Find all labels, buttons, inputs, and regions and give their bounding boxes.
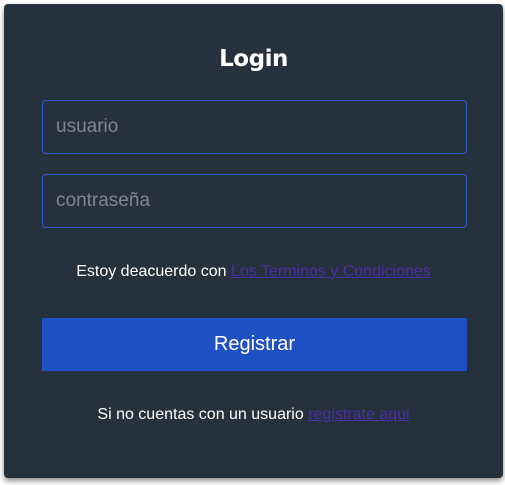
password-input[interactable] bbox=[42, 174, 467, 228]
login-title: Login bbox=[219, 46, 288, 72]
signup-prefix-text: Si no cuentas con un usuario bbox=[97, 406, 309, 423]
register-button[interactable]: Registrar bbox=[42, 318, 467, 371]
signup-prompt: Si no cuentas con un usuario registrate … bbox=[4, 406, 503, 424]
terms-link[interactable]: Los Terminos y Condiciones bbox=[231, 263, 431, 280]
username-input[interactable] bbox=[42, 100, 467, 154]
signup-link[interactable]: registrate aqui bbox=[308, 406, 409, 423]
login-card: Login Estoy deacuerdo con Los Terminos y… bbox=[4, 4, 503, 478]
terms-prefix-text: Estoy deacuerdo con bbox=[76, 263, 231, 280]
terms-agreement: Estoy deacuerdo con Los Terminos y Condi… bbox=[4, 263, 503, 281]
